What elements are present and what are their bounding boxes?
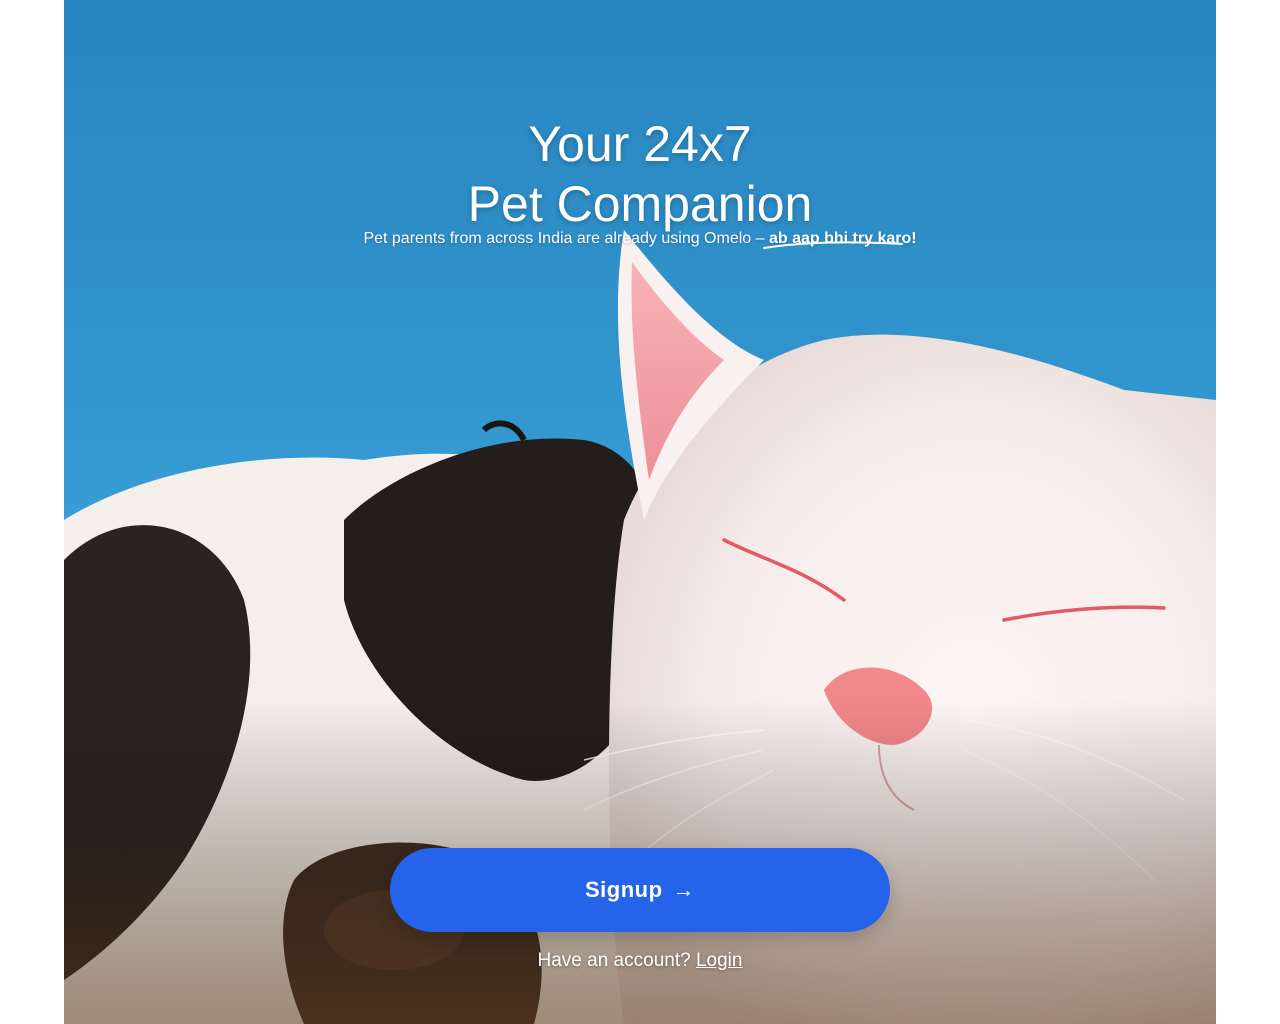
page-title: Your 24x7 Pet Companion: [64, 114, 1216, 234]
title-line-1: Your 24x7: [528, 115, 752, 172]
swoosh-underline-icon: [763, 241, 903, 249]
arrow-right-icon: →: [672, 877, 696, 902]
signup-button[interactable]: Signup →: [390, 848, 890, 932]
signup-label: Signup: [584, 877, 663, 902]
hero-section: Your 24x7 Pet Companion Pet parents from…: [64, 0, 1216, 1024]
title-line-2: Pet Companion: [467, 175, 813, 232]
hero-subtitle: Pet parents from across India are alread…: [64, 230, 1216, 248]
subtitle-text: Pet parents from across India are alread…: [363, 230, 769, 247]
account-prompt-text: Have an account?: [537, 950, 691, 971]
login-link[interactable]: Login: [696, 950, 743, 971]
login-prompt: Have an account? Login: [64, 950, 1216, 972]
